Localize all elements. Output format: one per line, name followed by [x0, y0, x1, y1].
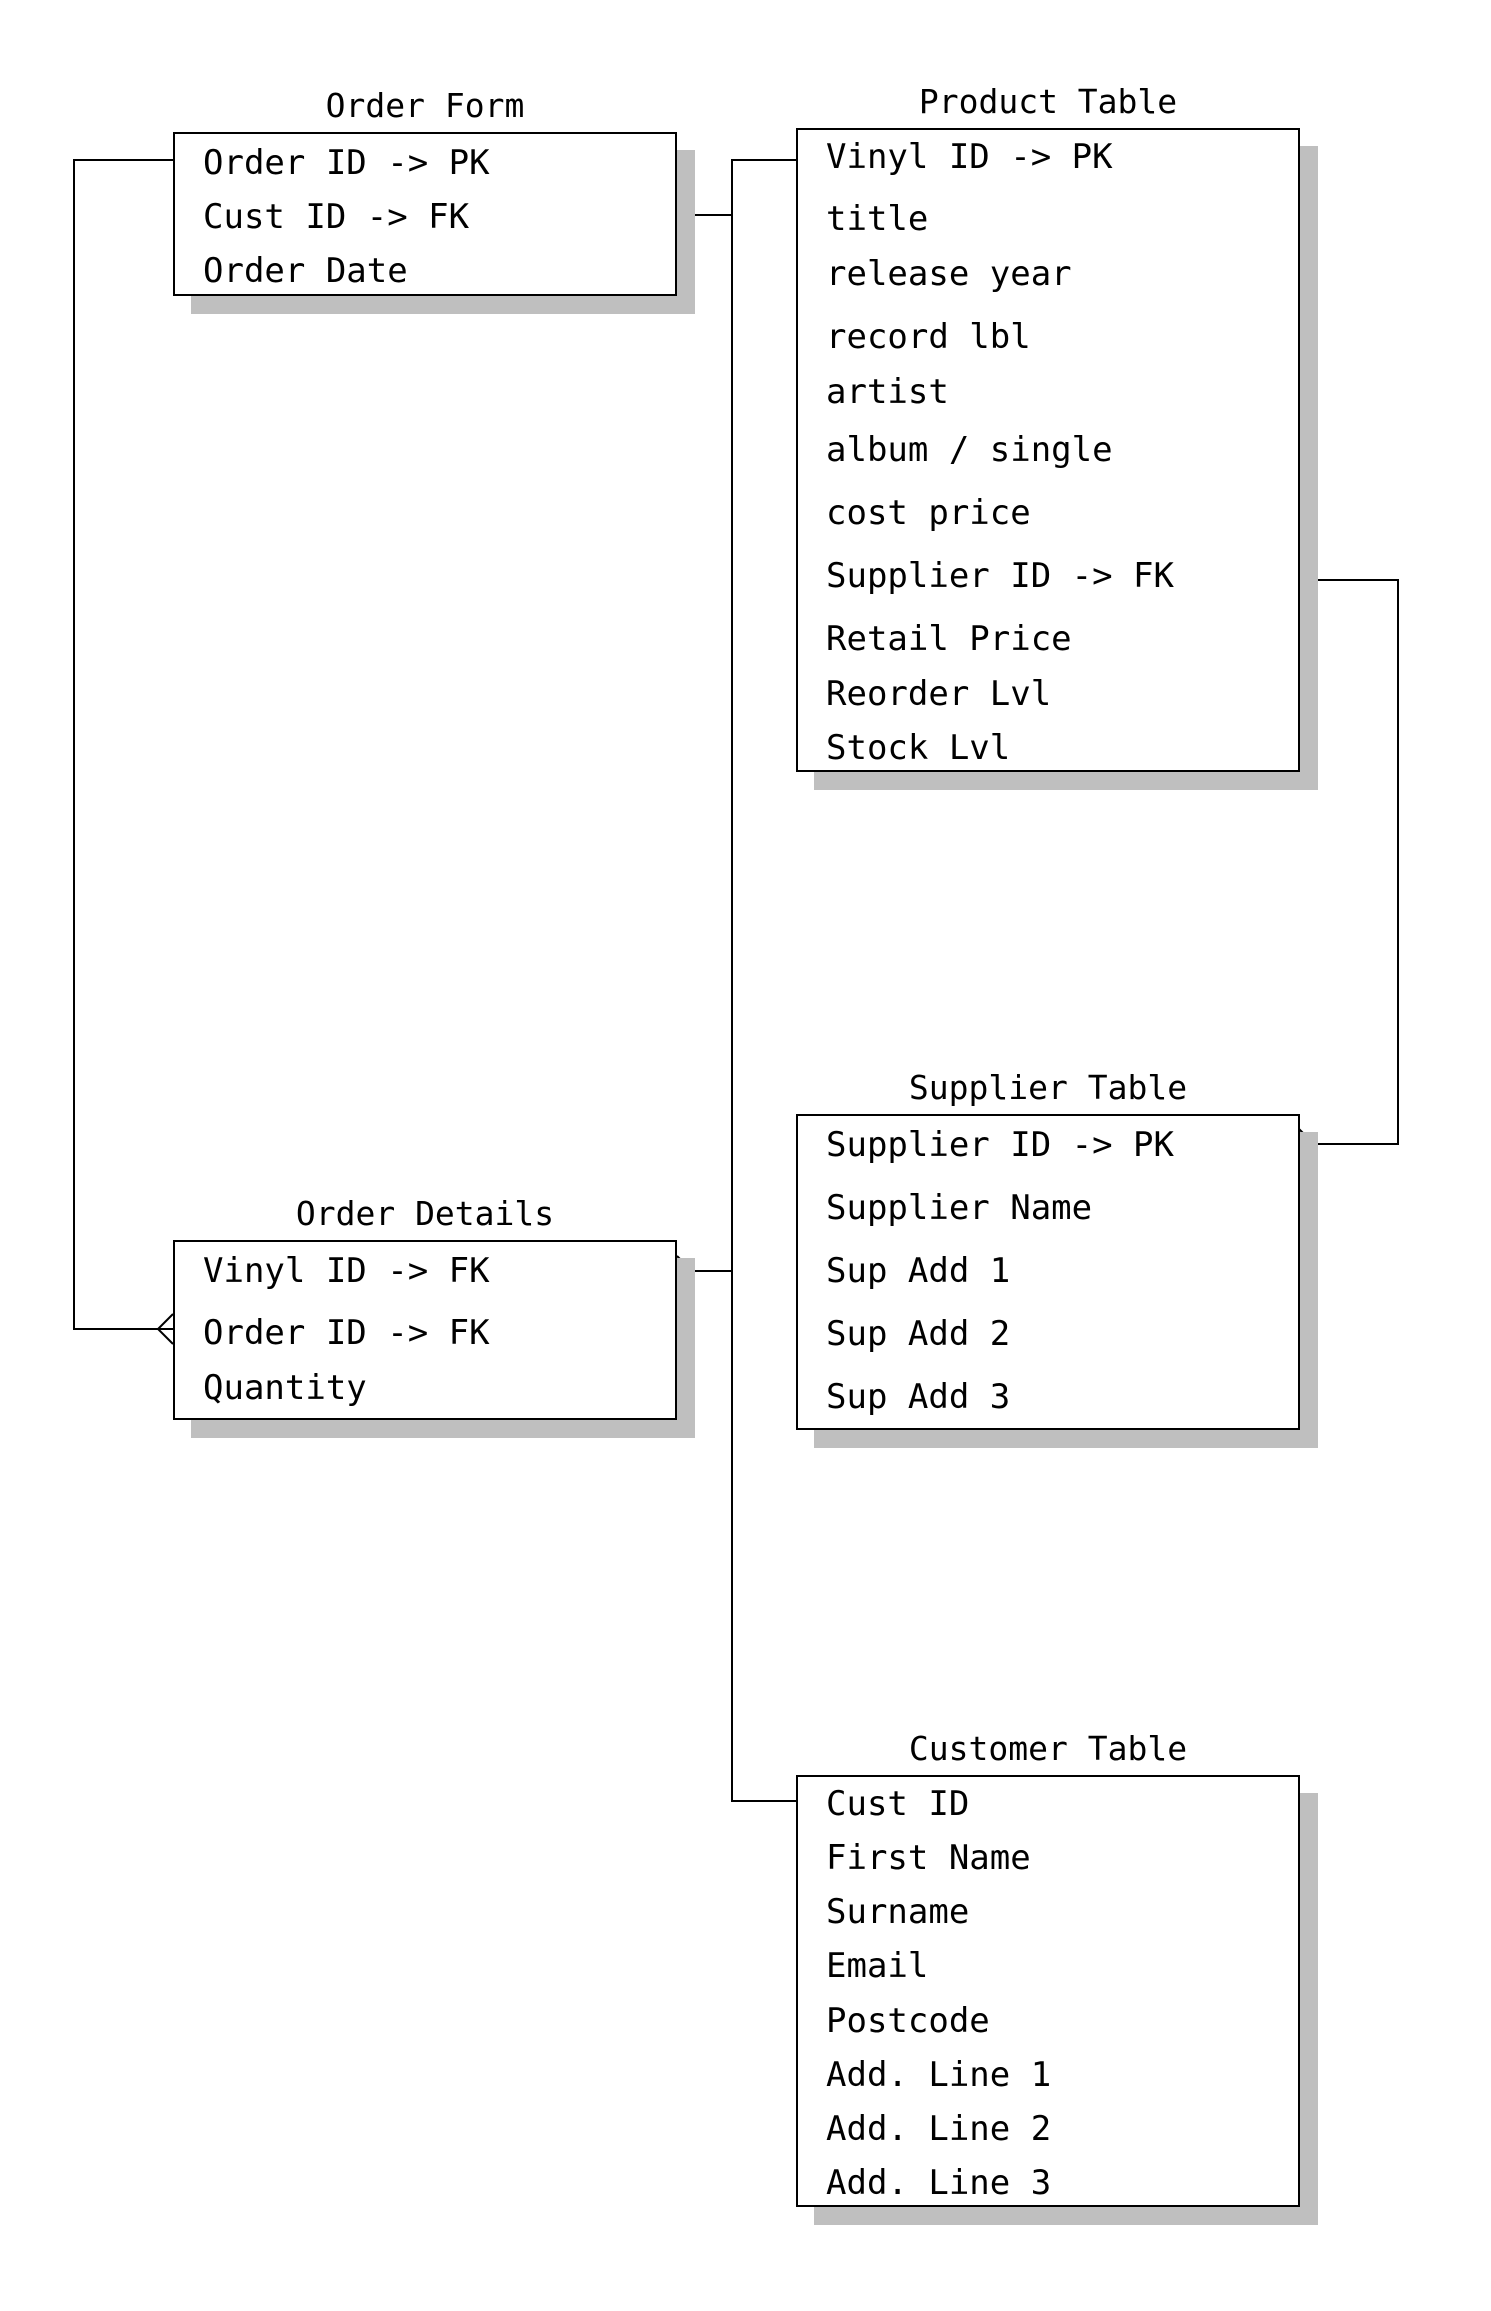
field-row: Stock Lvl — [826, 728, 1011, 768]
field-row: title — [826, 199, 929, 239]
rel-orderform-orderdetails — [73, 159, 173, 1330]
field-row: Cust ID -> FK — [203, 197, 470, 237]
rel-product-bus — [731, 159, 796, 1802]
field-row: Email — [826, 1946, 929, 1986]
field-row: Add. Line 3 — [826, 2163, 1052, 2203]
entity-title: Customer Table — [908, 1729, 1188, 1768]
field-row: Vinyl ID -> PK — [826, 137, 1113, 177]
field-row: cost price — [826, 493, 1031, 533]
field-row: Sup Add 3 — [826, 1377, 1011, 1417]
field-row: First Name — [826, 1838, 1031, 1878]
field-row: Add. Line 2 — [826, 2109, 1052, 2149]
field-row: album / single — [826, 430, 1113, 470]
entity-order-details: Order Details Vinyl ID -> FK Order ID ->… — [173, 1188, 695, 1444]
field-row: Sup Add 1 — [826, 1251, 1011, 1291]
field-row: Supplier ID -> PK — [826, 1125, 1174, 1165]
field-row: Retail Price — [826, 619, 1072, 659]
entity-customer-table: Customer Table Cust ID First Name Surnam… — [796, 1723, 1318, 2233]
entity-box: Vinyl ID -> PK title release year record… — [796, 128, 1300, 772]
field-row: release year — [826, 254, 1072, 294]
entity-title: Order Form — [325, 86, 525, 125]
entity-box: Order ID -> PK Cust ID -> FK Order Date — [173, 132, 677, 296]
entity-box: Supplier ID -> PK Supplier Name Sup Add … — [796, 1114, 1300, 1430]
field-row: Vinyl ID -> FK — [203, 1251, 490, 1291]
field-row: Supplier ID -> FK — [826, 556, 1174, 596]
entity-box: Cust ID First Name Surname Email Postcod… — [796, 1775, 1300, 2207]
field-row: Order ID -> FK — [203, 1313, 490, 1353]
field-row: Add. Line 1 — [826, 2055, 1052, 2095]
entity-title: Order Details — [295, 1194, 555, 1233]
entity-product-table: Product Table Vinyl ID -> PK title relea… — [796, 76, 1318, 796]
field-row: Quantity — [203, 1368, 367, 1408]
entity-title: Supplier Table — [908, 1068, 1188, 1107]
field-row: Sup Add 2 — [826, 1314, 1011, 1354]
field-row: artist — [826, 372, 949, 412]
field-row: Cust ID — [826, 1784, 970, 1824]
entity-title: Product Table — [918, 82, 1178, 121]
entity-supplier-table: Supplier Table Supplier ID -> PK Supplie… — [796, 1062, 1318, 1452]
field-row: Supplier Name — [826, 1188, 1093, 1228]
field-row: Reorder Lvl — [826, 674, 1052, 714]
entity-box: Vinyl ID -> FK Order ID -> FK Quantity — [173, 1240, 677, 1420]
entity-order-form: Order Form Order ID -> PK Cust ID -> FK … — [173, 80, 695, 316]
field-row: Order ID -> PK — [203, 143, 490, 183]
field-row: Postcode — [826, 2001, 990, 2041]
field-row: Order Date — [203, 251, 408, 291]
field-row: Surname — [826, 1892, 970, 1932]
field-row: record lbl — [826, 317, 1031, 357]
